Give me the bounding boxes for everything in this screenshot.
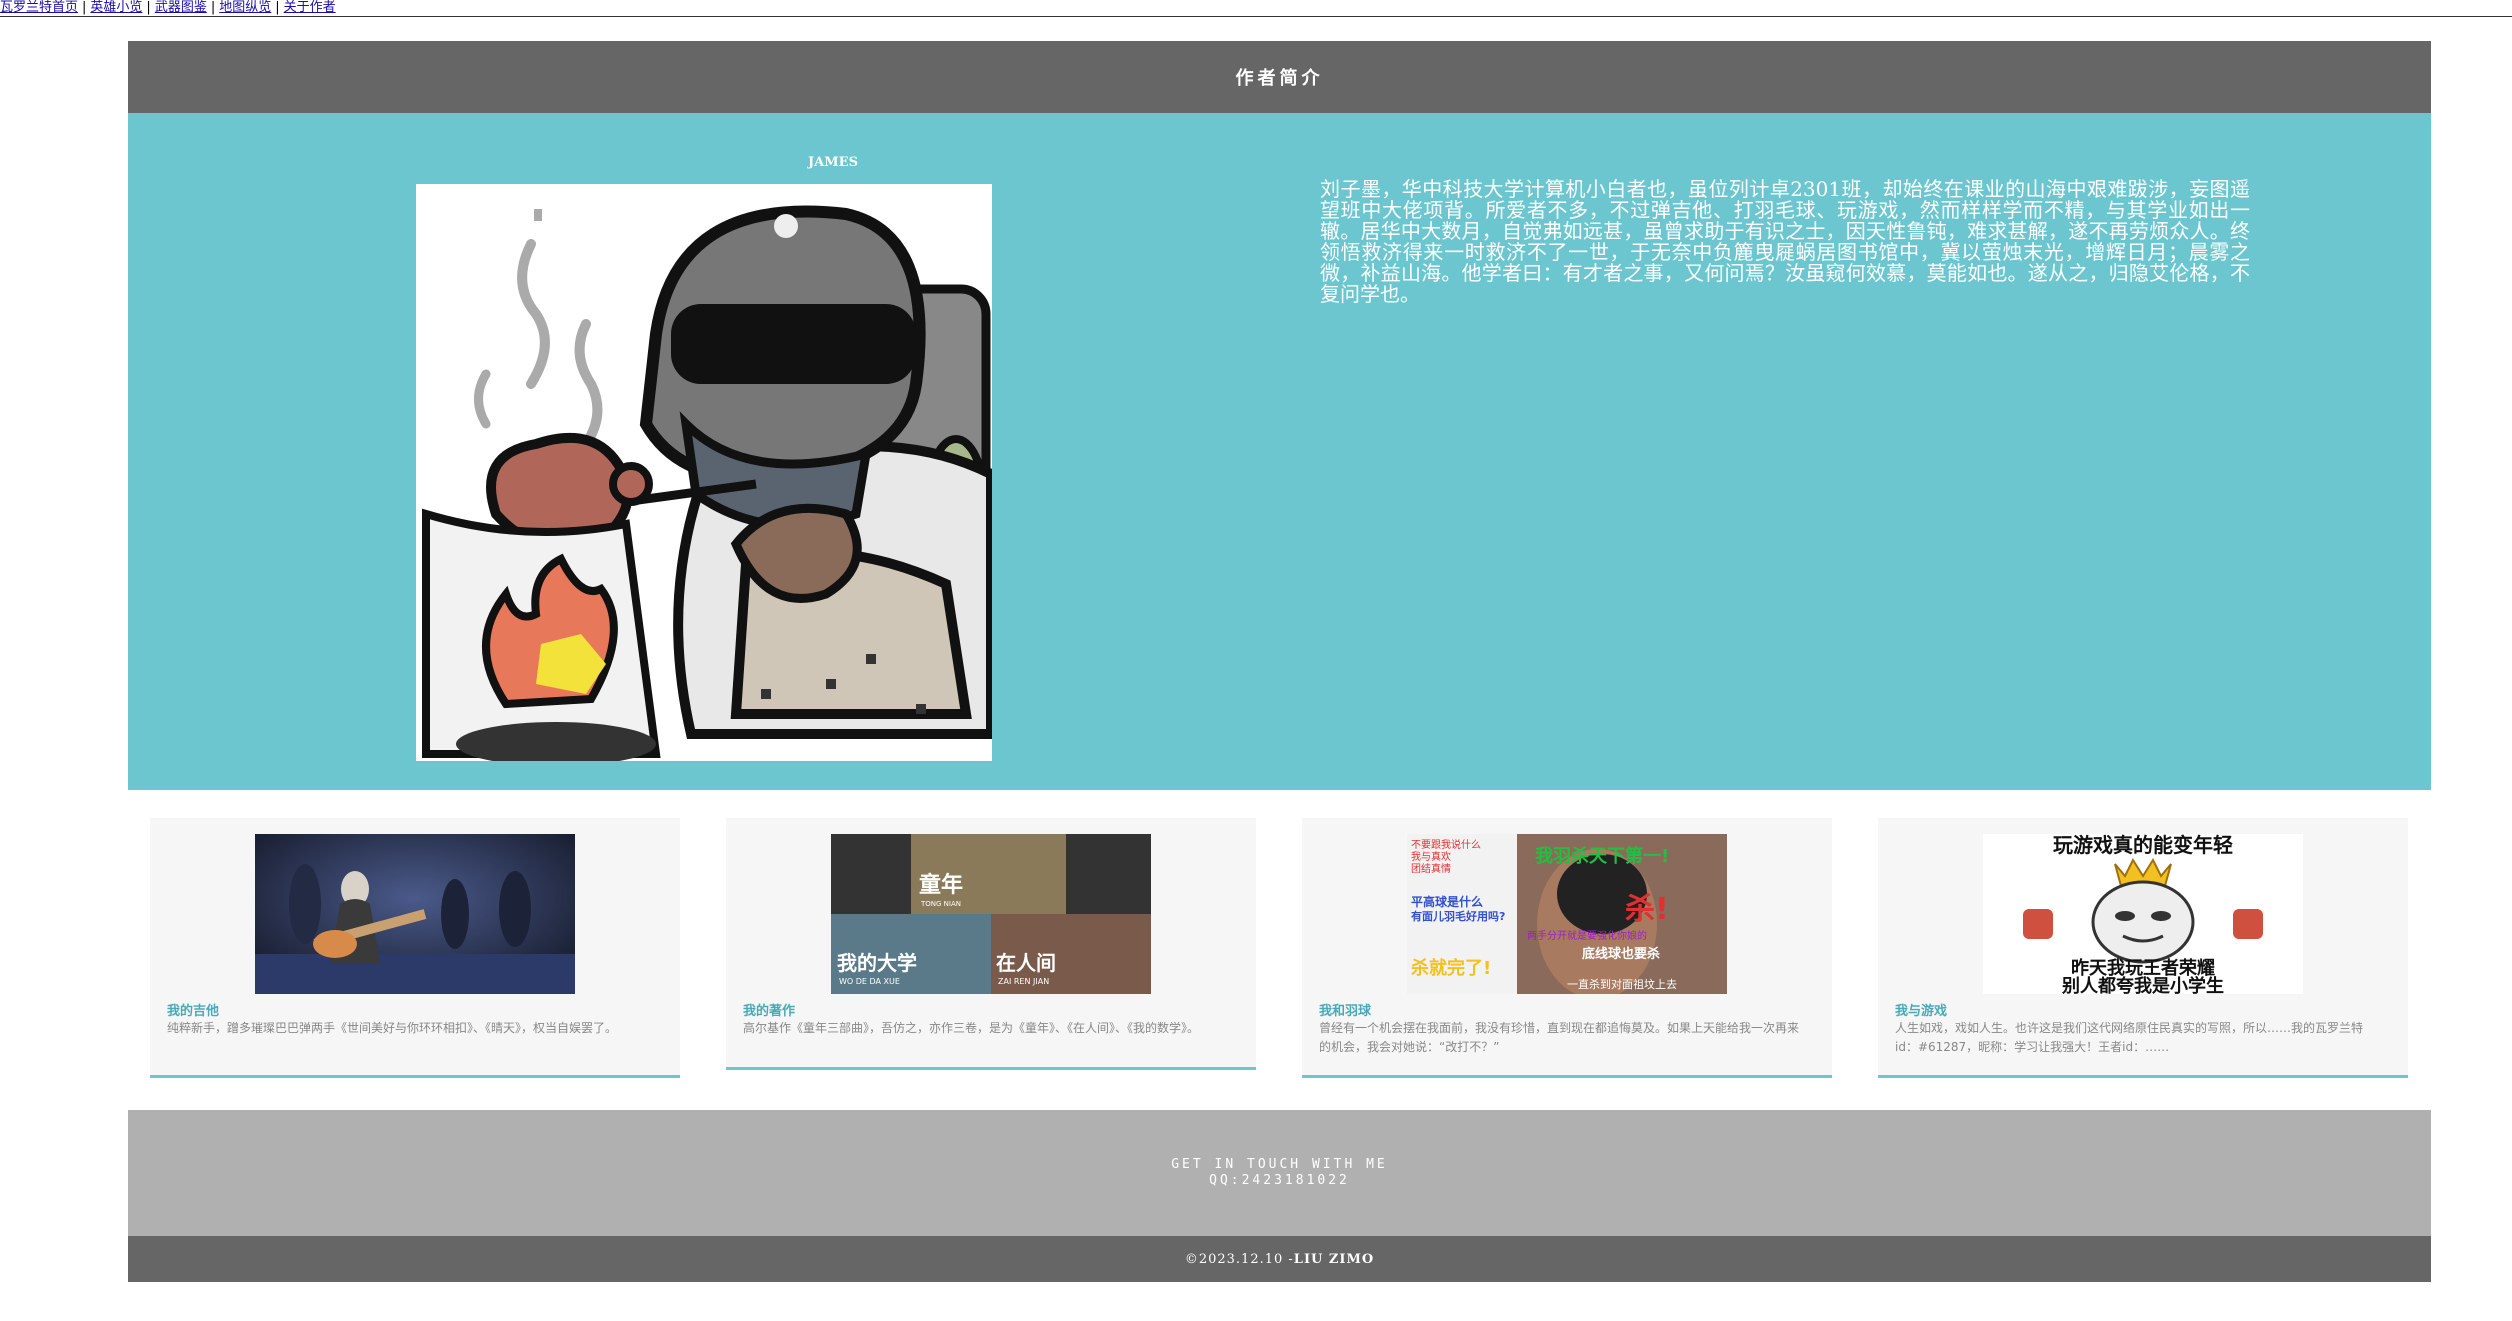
meme-line-9: 一直杀到对面祖坟上去: [1567, 977, 1677, 991]
nav-separator: |: [275, 0, 280, 15]
card-title[interactable]: 我与游戏: [1895, 1000, 1947, 1019]
contact-heading: GET IN TOUCH WITH ME: [1171, 1157, 1388, 1172]
meme-line-7: 底线球也要杀: [1582, 946, 1660, 962]
hobby-cards: 我的吉他 纯粹新手，蹭多璀璨巴巴弹两手《世间美好与你环环相扣》、《晴天》，权当自…: [150, 818, 2410, 1080]
guitar-photo: [255, 834, 575, 994]
hobby-card-games[interactable]: 玩游戏真的能变年轻 昨天我玩王者荣耀 别人都夸我是小学生 我与游戏 人生如戏，戏…: [1878, 818, 2408, 1078]
book-title-world: 在人间: [996, 951, 1056, 975]
author-name: JAMES: [808, 155, 858, 170]
meme-kill-text: 杀!: [1625, 892, 1669, 927]
contact-section: GET IN TOUCH WITH ME QQ:2423181022: [128, 1110, 2431, 1236]
meme-line-8: 杀就完了!: [1411, 957, 1491, 979]
badminton-meme: 不要跟我说什么 我与真欢 团结真情 我羽杀天下第一! 平高球是什么 有面儿羽毛好…: [1407, 834, 1727, 994]
hobby-card-badminton[interactable]: 不要跟我说什么 我与真欢 团结真情 我羽杀天下第一! 平高球是什么 有面儿羽毛好…: [1302, 818, 1832, 1078]
top-navigation: 瓦罗兰特首页 | 英雄小览 | 武器图鉴 | 地图纵览 | 关于作者: [0, 0, 2512, 17]
author-bio: 刘子墨，华中科技大学计算机小白者也，虽位列计卓2301班，却始终在课业的山海中艰…: [1320, 177, 2250, 306]
footer-copyright: ©2023.12.10 -: [1184, 1251, 1294, 1267]
book-subtitle-childhood: TONG NIAN: [920, 900, 961, 908]
meme-bottom-line-2: 别人都夸我是小学生: [2061, 975, 2224, 994]
meme-line-4: 平高球是什么: [1411, 894, 1483, 909]
meme-line-1: 不要跟我说什么: [1411, 838, 1481, 851]
hobby-card-guitar[interactable]: 我的吉他 纯粹新手，蹭多璀璨巴巴弹两手《世间美好与你环环相扣》、《晴天》，权当自…: [150, 818, 680, 1078]
meme-top-text: 玩游戏真的能变年轻: [2053, 834, 2233, 857]
nav-separator: |: [82, 0, 87, 15]
meme-line-5: 有面儿羽毛好用吗?: [1411, 909, 1505, 923]
meme-headline: 我羽杀天下第一!: [1535, 845, 1669, 867]
meme-line-3: 团结真情: [1411, 862, 1451, 875]
games-meme: 玩游戏真的能变年轻 昨天我玩王者荣耀 别人都夸我是小学生: [1983, 834, 2303, 994]
nav-link-home[interactable]: 瓦罗兰特首页: [0, 0, 78, 15]
card-title[interactable]: 我的著作: [743, 1000, 795, 1019]
card-description: 曾经有一个机会摆在我面前，我没有珍惜，直到现在都追悔莫及。如果上天能给我一次再来…: [1319, 1021, 1800, 1054]
card-title[interactable]: 我和羽球: [1319, 1000, 1371, 1019]
book-title-childhood: 童年: [919, 872, 963, 898]
author-profile-section: JAMES 刘子墨，华中科技大学计算机小白者也，虽位列计卓2301班，却始终在课…: [128, 113, 2431, 790]
book-title-university: 我的大学: [837, 951, 917, 975]
meme-line-2: 我与真欢: [1411, 850, 1451, 863]
book-subtitle-world: ZAI REN JIAN: [998, 977, 1049, 986]
meme-line-6: 两手分开就是要强化你娘的: [1527, 929, 1647, 942]
card-description: 纯粹新手，蹭多璀璨巴巴弹两手《世间美好与你环环相扣》、《晴天》，权当自娱罢了。: [167, 1021, 618, 1035]
nav-link-maps[interactable]: 地图纵览: [219, 0, 271, 15]
page-header: 作者简介: [128, 41, 2431, 113]
hobby-card-books[interactable]: 童年 TONG NIAN 我的大学 WO DE DA XUE 在人间 ZAI R…: [726, 818, 1256, 1070]
page-title: 作者简介: [1235, 68, 1324, 89]
nav-link-heroes[interactable]: 英雄小览: [90, 0, 142, 15]
author-avatar-image: [416, 184, 992, 761]
book-subtitle-university: WO DE DA XUE: [839, 977, 900, 986]
card-description: 高尔基作《童年三部曲》，吾仿之，亦作三卷，是为《童年》、《在人间》、《我的数学》…: [743, 1021, 1200, 1035]
books-collage: 童年 TONG NIAN 我的大学 WO DE DA XUE 在人间 ZAI R…: [831, 834, 1151, 994]
card-description: 人生如戏，戏如人生。也许这是我们这代网络原住民真实的写照，所以……我的瓦罗兰特i…: [1895, 1021, 2364, 1054]
nav-separator: |: [210, 0, 216, 15]
page-footer: ©2023.12.10 - LIU ZIMO: [128, 1236, 2431, 1282]
contact-qq: QQ:2423181022: [1209, 1173, 1350, 1188]
nav-link-about[interactable]: 关于作者: [284, 0, 336, 15]
footer-author: LIU ZIMO: [1293, 1251, 1375, 1267]
nav-separator: |: [146, 0, 151, 15]
card-title[interactable]: 我的吉他: [167, 1000, 219, 1019]
nav-link-weapons[interactable]: 武器图鉴: [155, 0, 207, 15]
